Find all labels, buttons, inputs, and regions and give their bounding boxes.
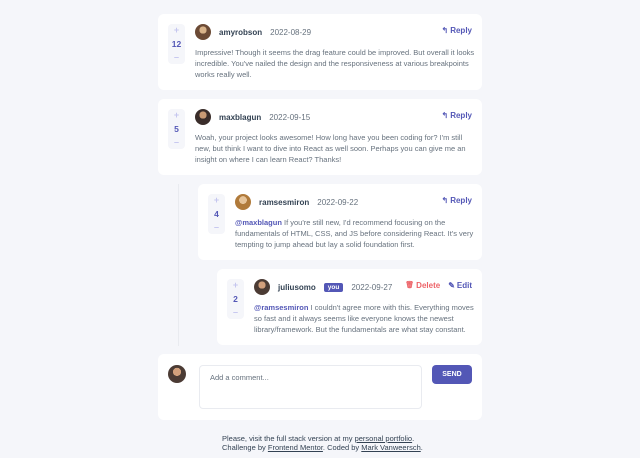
comment-text: Impressive! Though it seems the drag fea… (195, 48, 475, 79)
footer-text: Please, visit the full stack version at … (222, 434, 353, 443)
current-user-avatar (168, 365, 186, 383)
reply-icon: ↰ (441, 25, 449, 35)
comment-header: juliusomo you 2022-09-27 (254, 279, 392, 295)
avatar (195, 24, 211, 40)
comment-card: + 5 – maxblagun 2022-09-15 ↰ Reply Woah,… (158, 99, 482, 175)
reply-card-own: + 2 – juliusomo you 2022-09-27 🗑 Delete … (217, 269, 482, 345)
downvote-minus-icon[interactable]: – (233, 308, 238, 317)
comment-date: 2022-09-27 (351, 282, 393, 292)
portfolio-link[interactable]: personal portfolio (355, 434, 413, 443)
comment-actions: 🗑 Delete ✎ Edit (405, 281, 472, 290)
reply-label: Reply (450, 111, 472, 120)
mention-link[interactable]: @maxblagun (235, 218, 282, 227)
upvote-plus-icon[interactable]: + (233, 281, 238, 290)
downvote-minus-icon[interactable]: – (214, 223, 219, 232)
vote-control: + 4 – (208, 194, 225, 234)
attribution-footer: Please, visit the full stack version at … (0, 434, 640, 452)
edit-label: Edit (456, 281, 472, 290)
reply-thread-line (178, 184, 179, 346)
comment-actions: ↰ Reply (442, 111, 473, 120)
author-name: ramsesmiron (259, 197, 310, 207)
footer-text: . (412, 434, 415, 443)
pencil-icon: ✎ (448, 280, 455, 290)
vote-control: + 2 – (227, 279, 244, 319)
vote-control: + 12 – (168, 24, 185, 64)
comment-header: ramsesmiron 2022-09-22 (235, 194, 358, 210)
reply-icon: ↰ (441, 110, 449, 120)
reply-card: + 4 – ramsesmiron 2022-09-22 ↰ Reply @ma… (198, 184, 482, 260)
upvote-plus-icon[interactable]: + (174, 111, 179, 120)
comment-card: + 12 – amyrobson 2022-08-29 ↰ Reply Impr… (158, 14, 482, 90)
author-name: juliusomo (278, 282, 316, 292)
comment-text: Woah, your project looks awesome! How lo… (195, 133, 466, 164)
reply-button[interactable]: ↰ Reply (442, 196, 473, 205)
comment-actions: ↰ Reply (442, 196, 473, 205)
you-badge: you (323, 282, 344, 292)
score: 12 (171, 39, 182, 49)
vote-control: + 5 – (168, 109, 185, 149)
upvote-plus-icon[interactable]: + (214, 196, 219, 205)
reply-label: Reply (450, 196, 472, 205)
comment-composer: SEND (158, 354, 482, 420)
avatar (254, 279, 270, 295)
footer-line-2: Challenge by Frontend Mentor. Coded by M… (0, 443, 640, 452)
comment-date: 2022-09-15 (269, 112, 311, 122)
downvote-minus-icon[interactable]: – (174, 53, 179, 62)
footer-text: Challenge by (222, 443, 266, 452)
trash-icon: 🗑 (405, 281, 415, 289)
reply-label: Reply (450, 26, 472, 35)
footer-line-1: Please, visit the full stack version at … (0, 434, 640, 443)
reply-icon: ↰ (441, 195, 449, 205)
reply-button[interactable]: ↰ Reply (442, 111, 473, 120)
avatar (235, 194, 251, 210)
score: 2 (233, 294, 238, 304)
author-name: amyrobson (219, 27, 263, 37)
comment-text: @maxblagun If you're still new, I'd reco… (235, 217, 475, 250)
comment-actions: ↰ Reply (442, 26, 473, 35)
comment-text: @ramsesmiron I couldn't agree more with … (254, 302, 476, 335)
score: 4 (214, 209, 219, 219)
delete-label: Delete (416, 281, 441, 290)
author-link[interactable]: Mark Vanweersch (361, 443, 420, 452)
comment-header: maxblagun 2022-09-15 (195, 109, 310, 125)
send-button[interactable]: SEND (432, 365, 472, 384)
comment-input[interactable] (199, 365, 422, 409)
upvote-plus-icon[interactable]: + (174, 26, 179, 35)
downvote-minus-icon[interactable]: – (174, 138, 179, 147)
author-name: maxblagun (219, 112, 262, 122)
score: 5 (174, 124, 179, 134)
footer-text: . Coded by (322, 443, 360, 452)
comment-date: 2022-09-22 (317, 197, 359, 207)
avatar (195, 109, 211, 125)
frontend-mentor-link[interactable]: Frontend Mentor (268, 443, 323, 452)
comment-header: amyrobson 2022-08-29 (195, 24, 311, 40)
edit-button[interactable]: ✎ Edit (448, 281, 472, 290)
delete-button[interactable]: 🗑 Delete (405, 281, 440, 290)
footer-text: . (420, 443, 423, 452)
reply-button[interactable]: ↰ Reply (442, 26, 473, 35)
comment-date: 2022-08-29 (270, 27, 312, 37)
mention-link[interactable]: @ramsesmiron (254, 303, 308, 312)
